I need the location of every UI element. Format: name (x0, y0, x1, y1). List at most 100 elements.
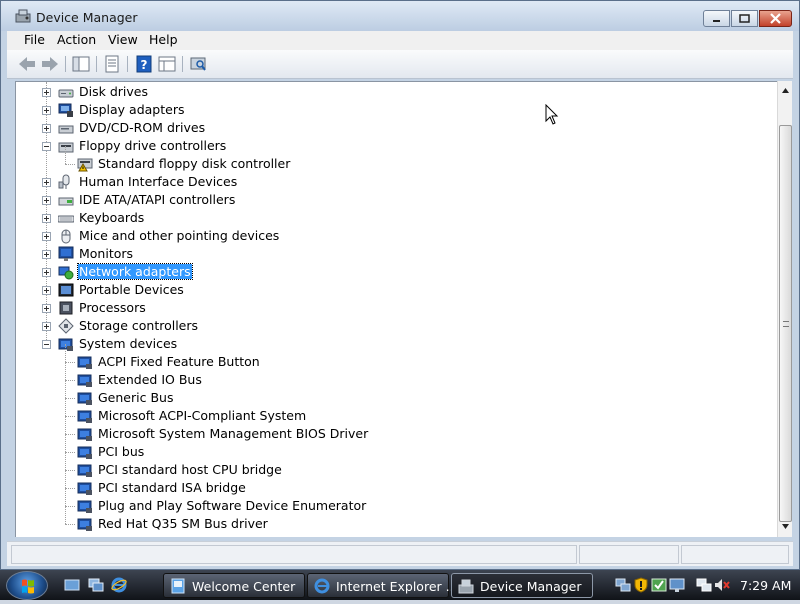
scan-hardware-icon[interactable] (188, 55, 208, 73)
forward-icon[interactable] (40, 55, 60, 73)
tree-node[interactable]: Processors (16, 299, 776, 317)
tree-node[interactable]: Monitors (16, 245, 776, 263)
expand-toggle[interactable] (42, 214, 51, 223)
volume-muted-icon[interactable] (714, 577, 730, 593)
tree-node[interactable]: PCI bus (16, 434, 776, 461)
tree-node-label: Red Hat Q35 SM Bus driver (98, 516, 268, 531)
system-device-icon (77, 500, 92, 513)
expand-toggle[interactable] (42, 250, 51, 259)
expand-toggle[interactable] (42, 178, 51, 187)
device-manager-window: Device Manager File Action View Help ? D… (0, 0, 800, 570)
show-desktop-icon[interactable] (64, 577, 80, 593)
network-disconnected-icon[interactable] (696, 577, 712, 593)
internet-explorer-icon (314, 578, 330, 594)
scrollbar-thumb[interactable] (779, 125, 792, 522)
device-tree[interactable]: Disk drives Display adapters DVD/CD-ROM dr… (15, 81, 777, 537)
tree-node[interactable]: Storage controllers (16, 317, 776, 335)
minimize-button[interactable] (703, 10, 730, 27)
expand-toggle[interactable] (42, 124, 51, 133)
windows-update-icon[interactable] (651, 577, 667, 593)
tree-node[interactable]: Red Hat Q35 SM Bus driver (16, 506, 776, 533)
expand-toggle[interactable] (42, 322, 51, 331)
status-bar (7, 541, 793, 566)
expand-toggle[interactable] (42, 286, 51, 295)
tree-node-label: Microsoft System Management BIOS Driver (98, 426, 369, 441)
tree-node-label: Monitors (79, 246, 134, 261)
tree-node-label: Mice and other pointing devices (79, 228, 280, 243)
expand-toggle[interactable] (42, 106, 51, 115)
system-device-icon (77, 356, 92, 369)
tree-node[interactable]: PCI standard ISA bridge (16, 470, 776, 497)
scroll-up-arrow-icon[interactable] (779, 83, 792, 98)
device-manager-icon (458, 579, 474, 594)
collapse-toggle[interactable] (42, 340, 51, 349)
system-device-icon (77, 464, 92, 477)
menu-help[interactable]: Help (149, 32, 178, 47)
tree-node-label: Disk drives (79, 84, 148, 99)
show-hide-tree-icon[interactable] (71, 55, 91, 73)
security-shield-icon[interactable] (633, 577, 649, 593)
close-button[interactable] (759, 10, 792, 27)
start-button[interactable] (6, 571, 48, 600)
monitor-icon (58, 246, 74, 261)
tree-node[interactable]: Plug and Play Software Device Enumerator (16, 488, 776, 515)
vertical-scrollbar[interactable] (777, 81, 792, 537)
system-tray: 7:29 AM (610, 571, 800, 600)
system-device-icon (77, 392, 92, 405)
tree-node[interactable]: Portable Devices (16, 281, 776, 299)
tree-node[interactable]: Floppy drive controllers (16, 137, 776, 155)
system-device-icon (58, 338, 73, 351)
task-internet-explorer[interactable]: Internet Explorer ... (307, 573, 458, 598)
tree-node[interactable]: Standard floppy disk controller (16, 146, 776, 173)
network-tray-icon[interactable] (615, 577, 631, 593)
expand-toggle[interactable] (42, 304, 51, 313)
task-device-manager[interactable]: Device Manager (451, 573, 593, 598)
tree-node-label: Human Interface Devices (79, 174, 238, 189)
expand-toggle[interactable] (42, 268, 51, 277)
help-icon[interactable]: ? (134, 55, 154, 73)
properties-icon[interactable] (102, 55, 122, 73)
tree-node[interactable]: System devices (16, 335, 776, 353)
tree-node[interactable]: Microsoft System Management BIOS Driver (16, 416, 776, 443)
expand-toggle[interactable] (42, 196, 51, 205)
tree-node[interactable]: Mice and other pointing devices (16, 227, 776, 245)
portable-device-icon (58, 283, 74, 297)
view-icon[interactable] (157, 55, 177, 73)
switch-windows-icon[interactable] (88, 577, 104, 593)
menu-action[interactable]: Action (57, 32, 96, 47)
taskbar: Welcome Center Internet Explorer ... Dev… (0, 570, 800, 600)
network-adapter-icon (58, 266, 74, 280)
task-welcome-center[interactable]: Welcome Center (163, 573, 305, 598)
back-icon[interactable] (17, 55, 37, 73)
collapse-toggle[interactable] (42, 142, 51, 151)
tree-node[interactable]: PCI standard host CPU bridge (16, 452, 776, 479)
tree-node[interactable]: Disk drives (16, 83, 776, 101)
maximize-button[interactable] (731, 10, 758, 27)
expand-toggle[interactable] (42, 88, 51, 97)
tree-node[interactable]: Microsoft ACPI-Compliant System (16, 398, 776, 425)
tree-node-label: System devices (79, 336, 178, 351)
title-bar[interactable]: Device Manager (1, 1, 799, 31)
tree-node[interactable]: Human Interface Devices (16, 173, 776, 191)
menu-view[interactable]: View (108, 32, 138, 47)
task-label: Internet Explorer ... (336, 579, 458, 594)
tree-node[interactable]: IDE ATA/ATAPI controllers (16, 191, 776, 209)
tree-node-label: Standard floppy disk controller (98, 156, 291, 171)
tree-node-label: Keyboards (79, 210, 145, 225)
scrollbar-grip (783, 321, 789, 327)
menu-file[interactable]: File (24, 32, 45, 47)
tree-node[interactable]: DVD/CD-ROM drives (16, 119, 776, 137)
scroll-down-arrow-icon[interactable] (779, 519, 792, 534)
tree-node[interactable]: Extended IO Bus (16, 362, 776, 389)
tree-node[interactable]: Generic Bus (16, 380, 776, 407)
tree-node[interactable]: Network adapters (16, 263, 776, 281)
internet-explorer-icon[interactable] (111, 577, 127, 593)
clock[interactable]: 7:29 AM (740, 578, 791, 593)
tree-node[interactable]: Display adapters (16, 101, 776, 119)
tree-node[interactable]: ACPI Fixed Feature Button (16, 344, 776, 371)
expand-toggle[interactable] (42, 232, 51, 241)
display-tray-icon[interactable] (669, 577, 685, 593)
tree-node-label: ACPI Fixed Feature Button (98, 354, 260, 369)
hid-icon (58, 174, 70, 189)
tree-node[interactable]: Keyboards (16, 209, 776, 227)
